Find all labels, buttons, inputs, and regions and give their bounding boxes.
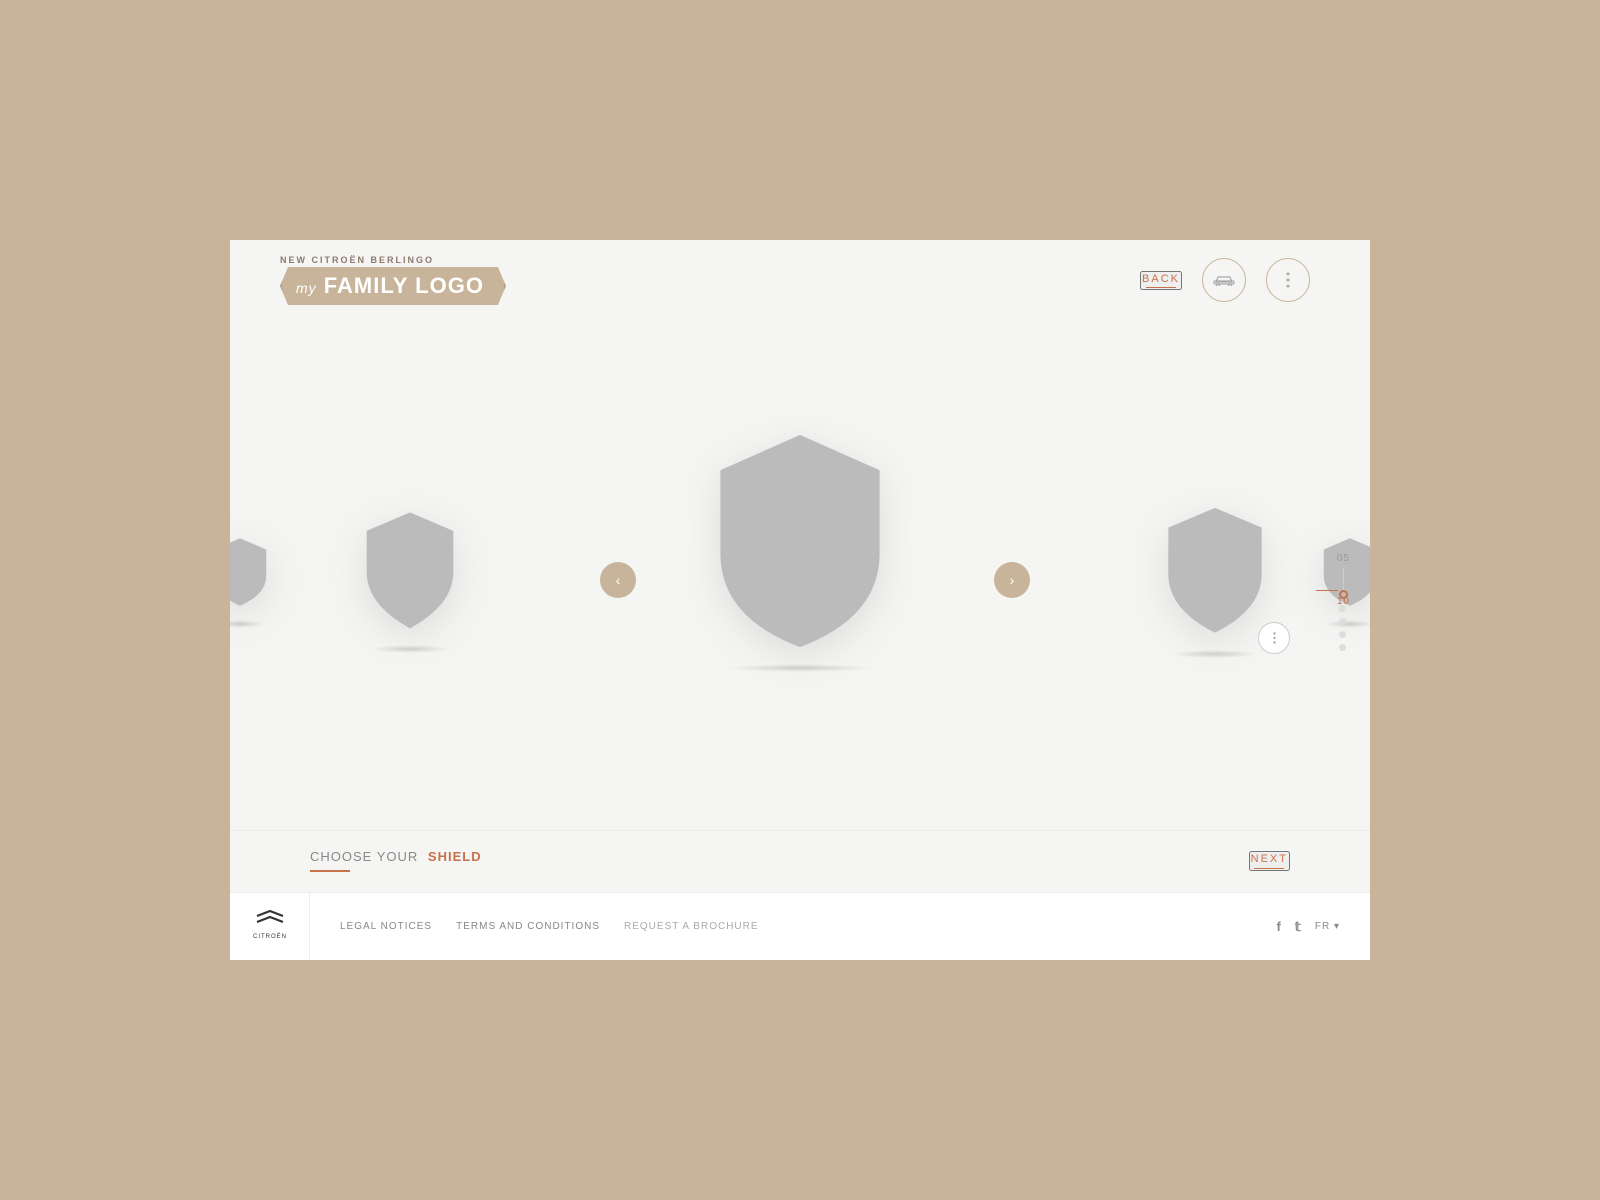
indicator-divider (1343, 568, 1344, 592)
back-button[interactable]: BACK (1140, 271, 1182, 290)
shield-shadow (1170, 650, 1260, 658)
citroen-logo: CITROËN (252, 908, 288, 946)
back-label: BACK (1142, 273, 1180, 285)
main-card: NEW CITROËN BERLINGO My FAMILY LOGO BACK (230, 240, 1370, 960)
menu-dots-button[interactable] (1266, 258, 1310, 302)
language-selector[interactable]: FR ▾ (1315, 921, 1340, 932)
choose-text: CHOOSE YOUR SHIELD (310, 849, 482, 864)
header: NEW CITROËN BERLINGO My FAMILY LOGO BACK (230, 240, 1370, 320)
next-underline (1254, 868, 1284, 869)
logo-text: My FAMILY LOGO (296, 273, 484, 298)
footer-social: f 𝕥 FR ▾ (1276, 919, 1370, 935)
dot-3 (1339, 618, 1346, 625)
shield-svg-left (360, 507, 460, 637)
citroen-chevron-icon: CITROËN (252, 908, 288, 946)
svg-text:CITROËN: CITROËN (253, 933, 287, 940)
bottom-bar: CHOOSE YOUR SHIELD NEXT (230, 830, 1370, 890)
logo-banner: My FAMILY LOGO (280, 267, 506, 305)
footer: CITROËN LEGAL NOTICES TERMS AND CONDITIO… (230, 892, 1370, 960)
carousel-track: ‹ › (230, 320, 1370, 840)
terms-conditions-link[interactable]: TERMS AND CONDITIONS (456, 921, 600, 932)
shield-svg-farleft (230, 532, 270, 612)
shield-svg-right (1160, 502, 1270, 642)
shield-far-left (230, 532, 270, 628)
dot-indicators (1339, 590, 1348, 651)
header-right: BACK (1140, 258, 1310, 302)
car-icon-button[interactable] (1202, 258, 1246, 302)
dot-2 (1339, 605, 1346, 612)
choose-prefix: CHOOSE YOUR (310, 849, 418, 864)
shield-shadow (370, 645, 450, 653)
shield-right (1160, 502, 1270, 658)
legal-notices-link[interactable]: LEGAL NOTICES (340, 921, 432, 932)
options-dots-icon (1273, 632, 1276, 644)
footer-logo: CITROËN (230, 893, 310, 961)
dots-icon (1286, 272, 1290, 288)
next-button[interactable]: NEXT (1249, 851, 1290, 871)
indicator-total: 05 (1337, 553, 1350, 564)
carousel-prev-button[interactable]: ‹ (600, 562, 636, 598)
choose-underline (310, 870, 350, 872)
shield-svg-center (710, 426, 890, 656)
request-brochure-link[interactable]: REQUEST A BROCHURE (624, 921, 759, 932)
dot-1 (1339, 590, 1348, 599)
options-button[interactable] (1258, 622, 1290, 654)
carousel-area: ‹ › 05 10 (230, 320, 1370, 840)
shield-shadow (230, 620, 265, 628)
logo-subtitle: NEW CITROËN BERLINGO (280, 255, 434, 265)
facebook-icon[interactable]: f (1276, 919, 1280, 934)
logo-area: NEW CITROËN BERLINGO My FAMILY LOGO (280, 255, 506, 305)
choose-label: CHOOSE YOUR SHIELD (310, 849, 482, 872)
next-label: NEXT (1251, 853, 1288, 865)
twitter-icon[interactable]: 𝕥 (1295, 919, 1301, 935)
footer-links: LEGAL NOTICES TERMS AND CONDITIONS REQUE… (310, 921, 1276, 932)
shield-shadow (725, 664, 875, 672)
dot-5 (1339, 644, 1346, 651)
active-indicator-line (1316, 590, 1338, 591)
back-underline (1146, 287, 1176, 288)
shield-center (710, 426, 890, 672)
car-icon (1213, 274, 1235, 286)
shield-left (360, 507, 460, 653)
choose-highlight: SHIELD (428, 849, 482, 864)
carousel-next-button[interactable]: › (994, 562, 1030, 598)
dot-4 (1339, 631, 1346, 638)
